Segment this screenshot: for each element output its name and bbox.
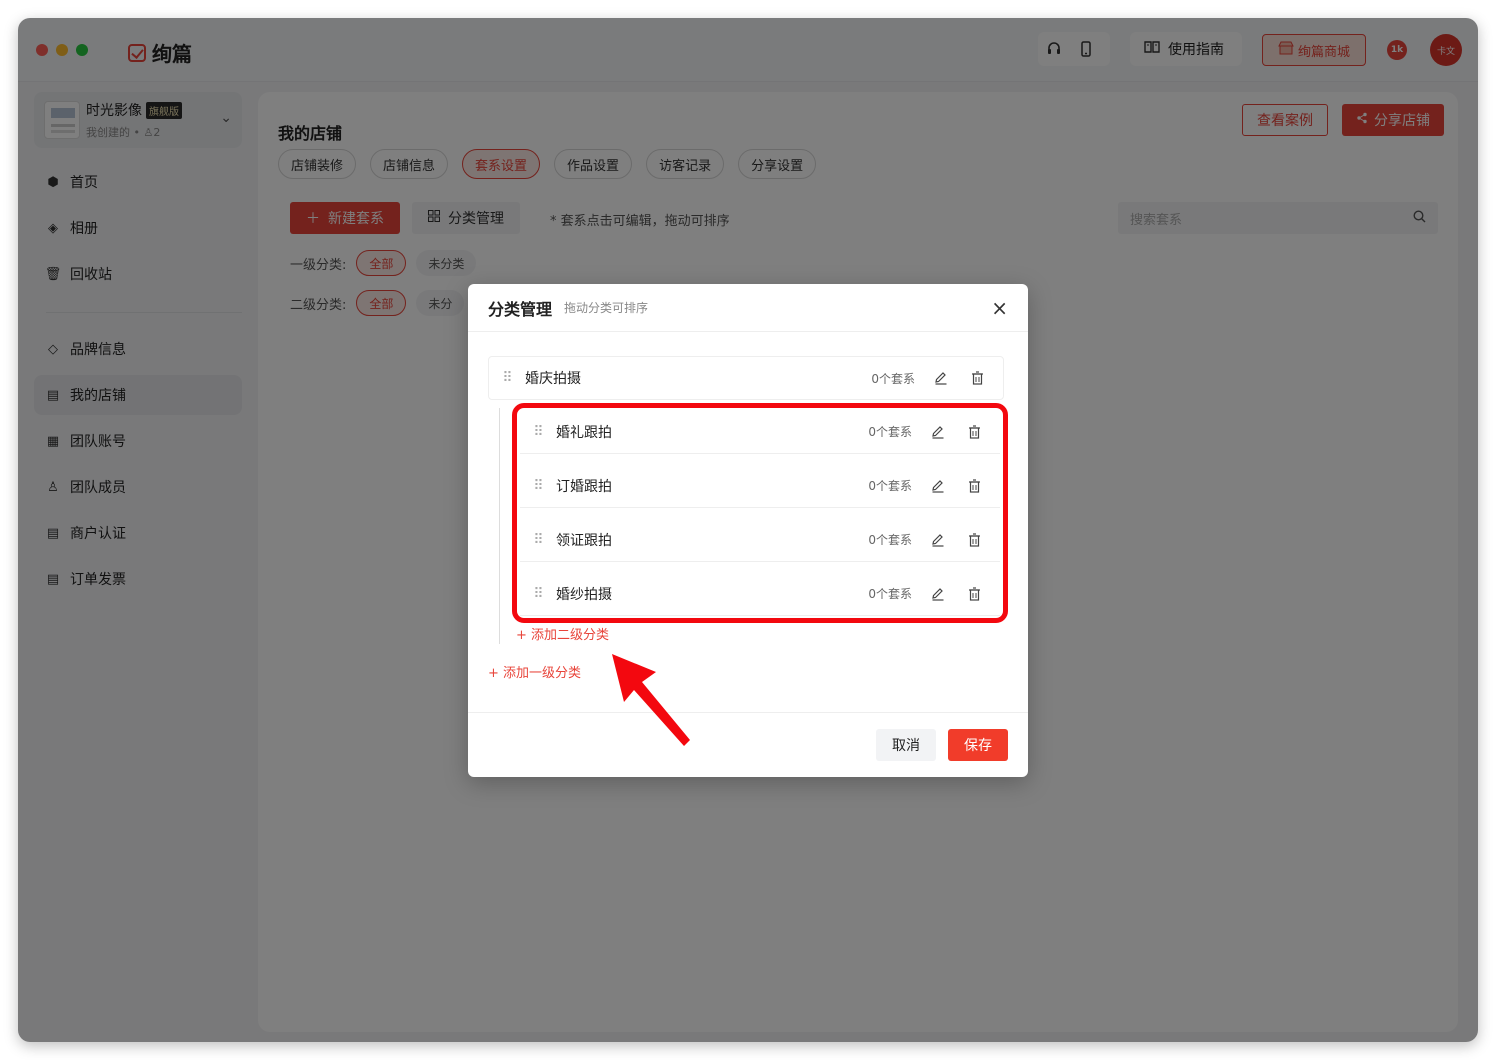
save-button[interactable]: 保存 (948, 729, 1008, 761)
category-name: 婚庆拍摄 (525, 371, 581, 387)
dialog-footer: 取消 保存 (468, 712, 1028, 777)
dialog-title: 分类管理 (488, 299, 553, 319)
edit-icon[interactable] (931, 368, 951, 388)
add-level2-category-link[interactable]: + 添加二级分类 (516, 624, 609, 643)
annotation-arrow-icon (612, 654, 690, 746)
category-count: 0个套系 (871, 371, 915, 386)
dialog-subtitle: 拖动分类可排序 (564, 301, 649, 315)
dialog-header: 分类管理 拖动分类可排序 × (468, 284, 1028, 332)
cancel-button[interactable]: 取消 (876, 729, 936, 761)
add-level1-category-link[interactable]: + 添加一级分类 (488, 662, 581, 681)
level1-category-row[interactable]: ⠿ 婚庆拍摄 0个套系 (488, 356, 1004, 400)
drag-handle-icon[interactable]: ⠿ (489, 370, 525, 386)
annotation-highlight-box (512, 403, 1008, 623)
close-icon[interactable]: × (991, 296, 1008, 320)
delete-icon[interactable] (967, 368, 987, 388)
tree-connector (499, 408, 500, 644)
